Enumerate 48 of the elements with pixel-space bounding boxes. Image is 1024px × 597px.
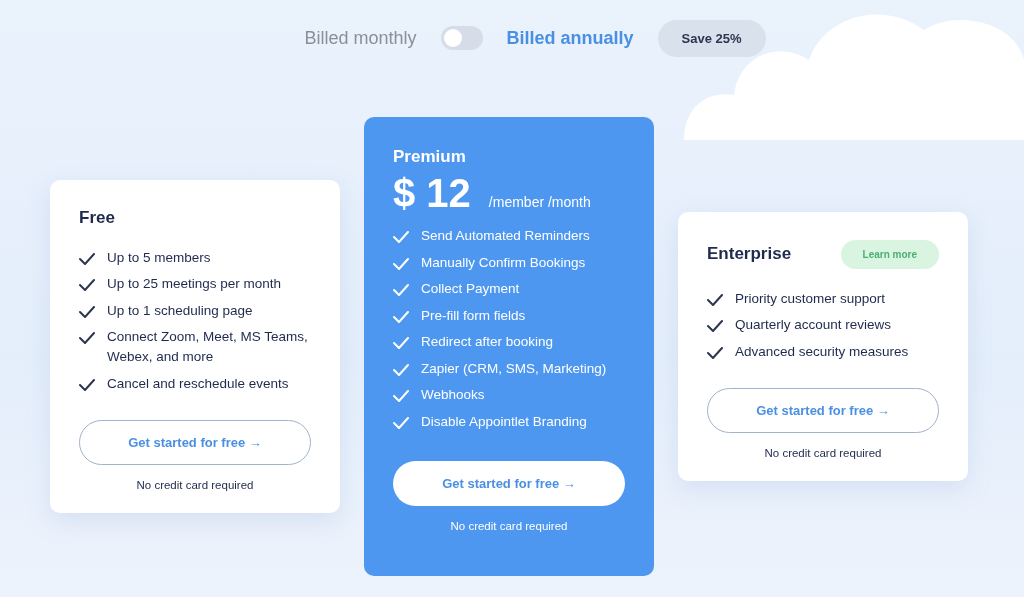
get-started-button[interactable]: Get started for free → <box>79 420 311 466</box>
feature-text: Up to 25 meetings per month <box>107 275 282 294</box>
get-started-button[interactable]: Get started for free → <box>707 388 939 434</box>
check-icon <box>79 252 95 265</box>
feature-text: Send Automated Reminders <box>421 227 590 245</box>
billing-option[interactable]: Billed monthly <box>304 27 417 49</box>
check-icon <box>393 416 409 429</box>
check-icon <box>79 332 95 345</box>
billing-option[interactable]: Billed annually <box>506 27 634 49</box>
feature-text: Up to 1 scheduling page <box>107 301 253 320</box>
no-card-note: No credit card required <box>449 520 569 532</box>
learn-more-link[interactable]: Learn more <box>840 239 939 269</box>
no-card-note: No credit card required <box>135 479 255 492</box>
discount-badge: Save 25% <box>657 19 766 57</box>
feature-text: Redirect after booking <box>421 333 554 351</box>
feature-text: Webhooks <box>421 386 485 404</box>
check-icon <box>707 320 723 333</box>
check-icon <box>707 293 723 306</box>
check-icon <box>79 378 95 391</box>
feature-text: Advanced security measures <box>735 342 909 361</box>
feature-text: Priority customer support <box>735 289 886 308</box>
plan-name: Premium <box>393 147 466 167</box>
check-icon <box>393 284 409 296</box>
check-icon <box>393 257 409 270</box>
feature-text: Pre-fill form fields <box>421 306 526 325</box>
check-icon <box>707 346 723 359</box>
feature-text: Quarterly account reviews <box>735 316 892 335</box>
feature-text: Disable Appointlet Branding <box>421 412 587 431</box>
feature-text: Cancel and reschedule events <box>107 374 289 393</box>
plan-name: Enterprise <box>707 244 792 265</box>
check-icon <box>79 305 95 318</box>
billing-toggle[interactable] <box>440 26 483 50</box>
feature-text: Up to 5 members <box>107 248 211 267</box>
feature-text: Zapier (CRM, SMS, Marketing) <box>421 359 607 378</box>
no-card-note: No credit card required <box>763 447 883 460</box>
feature-text: Manually Confirm Bookings <box>421 253 586 272</box>
check-icon <box>393 390 409 402</box>
price-unit: /member /month <box>488 194 591 210</box>
check-icon <box>393 310 409 323</box>
plan-name: Free <box>79 207 115 228</box>
check-icon <box>393 337 409 349</box>
check-icon <box>79 279 95 292</box>
feature-text: Connect Zoom, Meet, MS Teams, Webex, and more <box>107 328 309 367</box>
check-icon <box>393 363 409 376</box>
plan-price: $ 12 <box>393 171 471 216</box>
get-started-button[interactable]: Get started for free → <box>393 461 625 506</box>
feature-text: Collect Payment <box>421 280 520 298</box>
check-icon <box>393 231 409 243</box>
